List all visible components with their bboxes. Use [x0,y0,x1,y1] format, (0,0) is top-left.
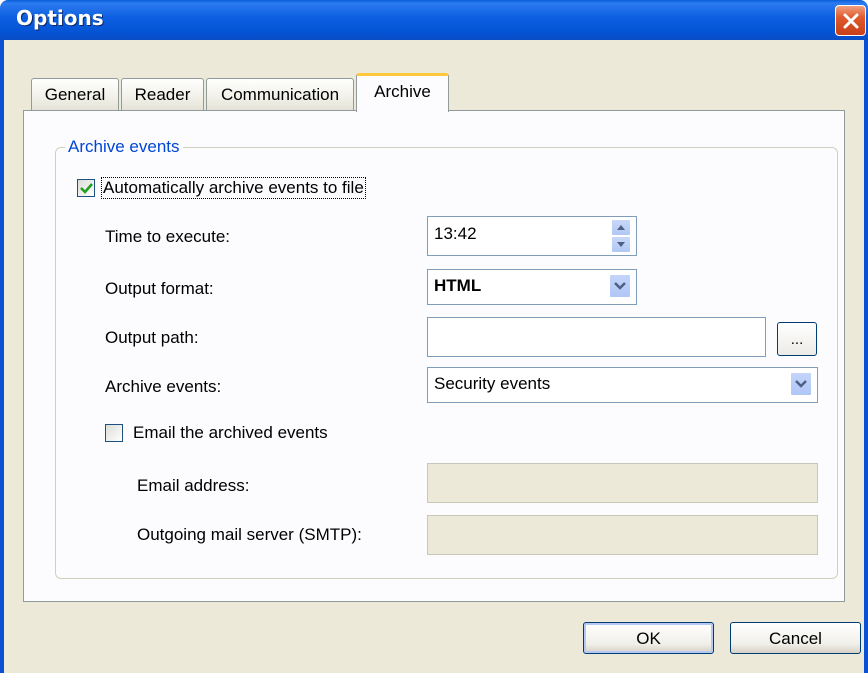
ok-label: OK [636,629,661,648]
time-value: 13:42 [434,224,477,243]
arrow-up-icon [617,225,625,230]
time-to-execute-label: Time to execute: [105,227,231,246]
output-path-input[interactable] [427,317,766,357]
output-format-dropdown-button[interactable] [609,274,631,298]
email-archived-checkbox[interactable] [105,424,123,442]
smtp-server-input[interactable] [427,515,818,555]
tab-reader[interactable]: Reader [121,78,204,111]
tab-label: General [44,85,106,104]
email-address-label: Email address: [137,476,250,495]
tab-archive[interactable]: Archive [356,73,449,112]
email-archived-label[interactable]: Email the archived events [133,423,328,443]
time-to-execute-input[interactable]: 13:42 [427,216,637,256]
output-format-select[interactable]: HTML [427,269,637,305]
archive-events-dropdown-button[interactable] [790,372,812,396]
close-button[interactable] [835,5,866,36]
ok-button[interactable]: OK [583,622,714,654]
arrow-down-icon [617,242,625,247]
checkmark-icon [80,183,93,194]
archive-events-label: Archive events: [105,377,222,396]
output-format-label: Output format: [105,279,214,298]
chevron-down-icon [795,380,807,388]
tab-general[interactable]: General [31,78,119,111]
tab-label: Archive [374,82,431,101]
tab-communication[interactable]: Communication [206,78,354,111]
browse-label: ... [790,331,804,348]
chevron-down-icon [614,282,626,290]
time-spin-down[interactable] [611,236,631,253]
group-title: Archive events [65,137,183,157]
output-format-value: HTML [434,276,482,295]
browse-button[interactable]: ... [777,322,817,356]
tab-label: Communication [220,85,340,104]
tab-label: Reader [134,85,191,104]
archive-events-value: Security events [434,374,551,393]
cancel-button[interactable]: Cancel [730,622,861,654]
auto-archive-label[interactable]: Automatically archive events to file [101,177,366,199]
time-spin-up[interactable] [611,219,631,236]
smtp-server-label: Outgoing mail server (SMTP): [137,525,362,544]
output-path-label: Output path: [105,328,199,347]
archive-events-select[interactable]: Security events [427,367,818,403]
cancel-label: Cancel [769,629,822,648]
title-bar[interactable]: Options [0,0,868,40]
window-title: Options [16,6,104,30]
auto-archive-checkbox[interactable] [77,179,95,197]
options-dialog: Options General Reader Communication Arc… [0,0,868,673]
close-icon [843,13,859,29]
email-address-input[interactable] [427,463,818,503]
